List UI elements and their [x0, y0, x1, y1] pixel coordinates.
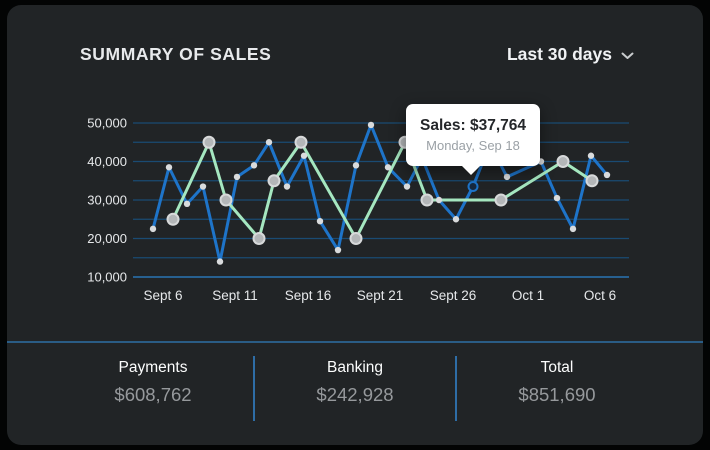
tooltip-arrow: [462, 166, 480, 175]
data-point-dot-blue[interactable]: [603, 171, 611, 179]
x-axis-tick-label: Oct 6: [584, 288, 616, 303]
data-point-dot-blue[interactable]: [149, 225, 157, 233]
stat-label: Payments: [118, 359, 188, 376]
stat-value: $242,928: [316, 384, 394, 405]
data-point-marker-green[interactable]: [219, 193, 233, 207]
data-point-dot-blue[interactable]: [250, 162, 258, 169]
data-point-dot-blue[interactable]: [352, 162, 360, 169]
data-point-dot-blue[interactable]: [367, 121, 375, 129]
data-point-marker-green[interactable]: [202, 135, 216, 149]
data-point-dot-blue[interactable]: [300, 152, 308, 159]
x-axis-tick-label: Sept 11: [212, 288, 258, 303]
data-point-dot-blue[interactable]: [316, 217, 324, 225]
stat-value: $851,690: [518, 384, 596, 405]
data-point-dot-blue[interactable]: [587, 152, 595, 159]
data-point-marker-green[interactable]: [556, 155, 570, 168]
selected-data-point[interactable]: [467, 181, 479, 193]
data-point-dot-blue[interactable]: [503, 173, 511, 181]
data-point-marker-green[interactable]: [166, 212, 180, 226]
x-axis-tick-label: Sept 26: [430, 288, 477, 303]
data-point-marker-green[interactable]: [349, 232, 363, 245]
data-point-marker-green[interactable]: [420, 193, 434, 207]
data-point-dot-blue[interactable]: [199, 183, 207, 190]
stats-row: Payments $608,762 Banking $242,928 Total…: [53, 356, 657, 421]
y-axis-tick-label: 10,000: [87, 270, 127, 285]
data-point-marker-green[interactable]: [267, 174, 281, 188]
data-point-dot-blue[interactable]: [553, 194, 561, 202]
stat-total: Total $851,690: [455, 356, 657, 421]
dashboard-stage: SUMMARY OF SALES Last 30 days 10,000 20,0…: [0, 0, 710, 450]
data-point-marker-green[interactable]: [294, 135, 308, 149]
x-axis-tick-label: Sept 21: [357, 288, 404, 303]
data-point-dot-blue[interactable]: [384, 164, 392, 171]
data-point-marker-green[interactable]: [252, 232, 266, 245]
data-point-marker-green[interactable]: [494, 193, 508, 207]
y-axis-tick-label: 30,000: [87, 193, 127, 208]
x-axis-tick-label: Oct 1: [512, 288, 544, 303]
y-axis-tick-label: 40,000: [87, 154, 127, 169]
stats-top-divider: [7, 341, 703, 343]
data-point-dot-blue[interactable]: [435, 196, 443, 204]
stat-label: Banking: [326, 359, 383, 376]
stat-value: $608,762: [114, 384, 192, 405]
stat-label: Total: [540, 359, 574, 376]
x-axis-tick-label: Sept 16: [285, 288, 332, 303]
data-point-dot-blue[interactable]: [183, 200, 191, 208]
data-point-marker-green[interactable]: [585, 174, 599, 188]
tooltip-value: Sales: $37,764: [419, 117, 526, 134]
chart-tooltip: Sales: $37,764 Monday, Sep 18: [406, 104, 540, 175]
data-point-dot-blue[interactable]: [452, 216, 460, 223]
y-axis-tick-label: 50,000: [87, 116, 127, 131]
stat-payments: Payments $608,762: [53, 356, 253, 421]
tooltip-date: Monday, Sep 18: [426, 138, 520, 153]
data-point-dot-blue[interactable]: [233, 173, 241, 181]
data-point-dot-blue[interactable]: [216, 258, 224, 265]
data-point-dot-blue[interactable]: [334, 246, 342, 254]
data-point-dot-blue[interactable]: [403, 183, 411, 190]
y-axis-tick-label: 20,000: [87, 231, 127, 246]
data-point-dot-blue[interactable]: [165, 164, 173, 171]
data-point-dot-blue[interactable]: [569, 225, 577, 233]
stat-banking: Banking $242,928: [253, 356, 455, 421]
x-axis-tick-label: Sept 6: [143, 288, 182, 303]
data-point-dot-blue[interactable]: [283, 183, 291, 190]
data-point-dot-blue[interactable]: [265, 139, 273, 146]
